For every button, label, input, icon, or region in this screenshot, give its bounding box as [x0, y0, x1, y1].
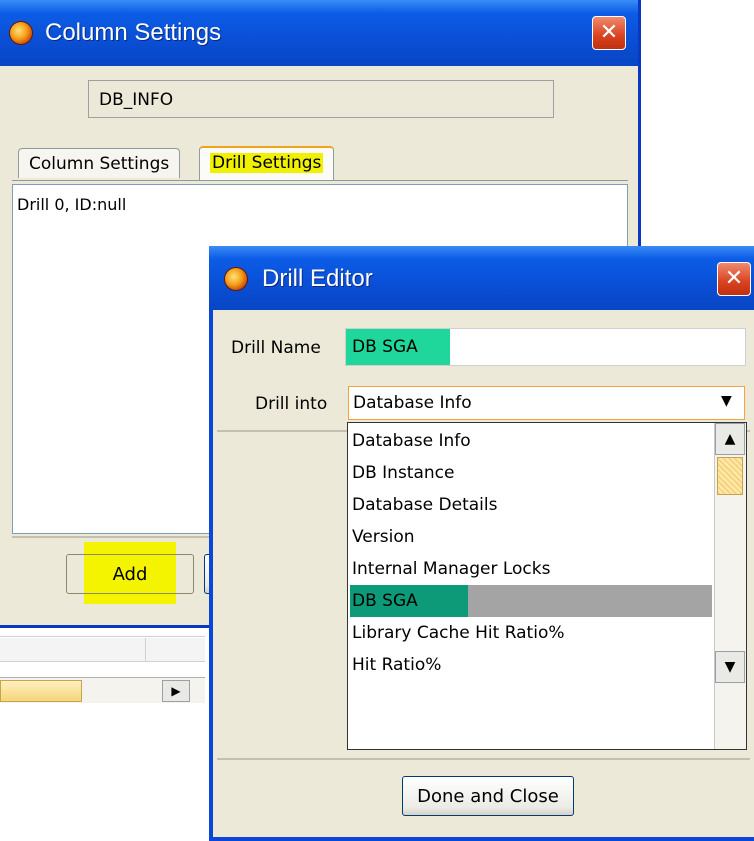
window-title: Column Settings [45, 19, 222, 46]
drill-name-label: Drill Name [231, 338, 321, 358]
scroll-up-icon[interactable]: ▲ [715, 423, 745, 455]
dropdown-option[interactable]: Hit Ratio% [350, 649, 712, 681]
close-icon[interactable]: ✕ [592, 16, 626, 50]
dropdown-option-selected[interactable]: DB SGA [350, 585, 712, 617]
list-item[interactable]: Drill 0, ID:null [17, 195, 627, 214]
scroll-thumb[interactable] [0, 680, 82, 702]
drill-editor-body: Drill Name DB SGA Drill into Database In… [213, 310, 754, 837]
scroll-thumb[interactable] [717, 457, 743, 495]
tab-label: Column Settings [29, 154, 170, 174]
app-icon [10, 22, 32, 44]
drill-into-dropdown[interactable]: Database Info DB Instance Database Detai… [347, 422, 747, 750]
dropdown-option[interactable]: Version [350, 521, 712, 553]
dropdown-option[interactable]: DB Instance [350, 457, 712, 489]
dropdown-option[interactable]: Library Cache Hit Ratio% [350, 617, 712, 649]
column-settings-titlebar[interactable]: Column Settings ✕ [0, 0, 638, 66]
done-and-close-button[interactable]: Done and Close [402, 776, 574, 816]
tab-drill-settings[interactable]: Drill Settings [199, 146, 335, 180]
done-button-label: Done and Close [417, 786, 559, 807]
tab-divider [12, 180, 628, 181]
drill-editor-titlebar[interactable]: Drill Editor ✕ [209, 246, 754, 310]
background-table-fragment: ▶ [0, 628, 205, 703]
add-button-label: Add [112, 564, 148, 585]
tab-column-settings[interactable]: Column Settings [18, 148, 181, 178]
add-button[interactable]: Add [66, 554, 194, 594]
close-icon[interactable]: ✕ [717, 262, 751, 296]
dropdown-scrollbar[interactable]: ▲ ▼ [714, 423, 746, 749]
tab-label: Drill Settings [210, 153, 324, 173]
scroll-down-icon[interactable]: ▼ [715, 651, 745, 683]
app-icon [225, 268, 247, 290]
horizontal-scrollbar[interactable]: ▶ [0, 677, 205, 703]
drill-name-input[interactable]: DB SGA [345, 328, 746, 366]
db-name-field[interactable]: DB_INFO [88, 80, 554, 118]
scroll-right-icon[interactable]: ▶ [162, 680, 190, 702]
dropdown-option[interactable]: Database Info [350, 425, 712, 457]
dropdown-option[interactable]: Internal Manager Locks [350, 553, 712, 585]
drill-into-select[interactable]: Database Info ▼ [348, 386, 745, 420]
drill-name-value: DB SGA [352, 337, 418, 357]
dropdown-option[interactable]: Database Details [350, 489, 712, 521]
table-rule [0, 636, 205, 637]
divider [217, 758, 750, 760]
table-column-rule [145, 638, 146, 662]
drill-into-value: Database Info [353, 393, 472, 413]
window-title: Drill Editor [262, 265, 373, 292]
drill-editor-window: Drill Editor ✕ Drill Name DB SGA Drill i… [209, 246, 754, 841]
chevron-down-icon[interactable]: ▼ [721, 393, 732, 409]
table-row [0, 638, 205, 662]
drill-into-label: Drill into [255, 394, 328, 414]
